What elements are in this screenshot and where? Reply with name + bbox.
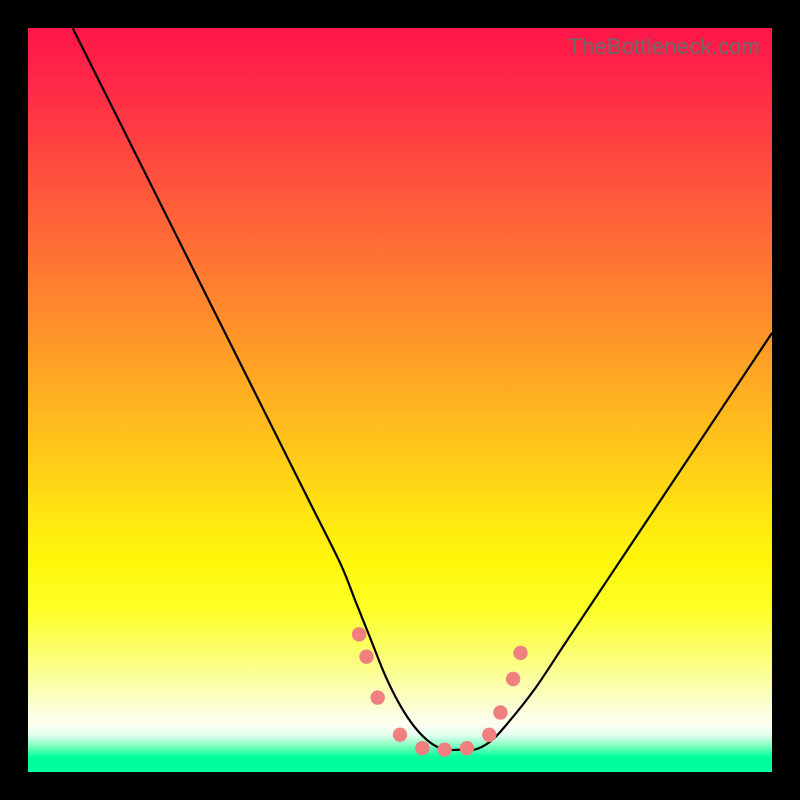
marker-point <box>370 690 384 704</box>
chart-frame: TheBottleneck.com <box>0 0 800 800</box>
watermark-label: TheBottleneck.com <box>568 34 760 60</box>
marker-point <box>393 728 407 742</box>
marker-point <box>359 649 373 663</box>
trough-markers <box>28 28 772 772</box>
marker-point <box>437 742 451 756</box>
marker-point <box>513 646 527 660</box>
marker-point <box>415 741 429 755</box>
plot-area: TheBottleneck.com <box>28 28 772 772</box>
marker-point <box>493 705 507 719</box>
marker-point <box>482 728 496 742</box>
marker-point <box>352 627 366 641</box>
marker-point <box>460 741 474 755</box>
marker-point <box>506 672 520 686</box>
